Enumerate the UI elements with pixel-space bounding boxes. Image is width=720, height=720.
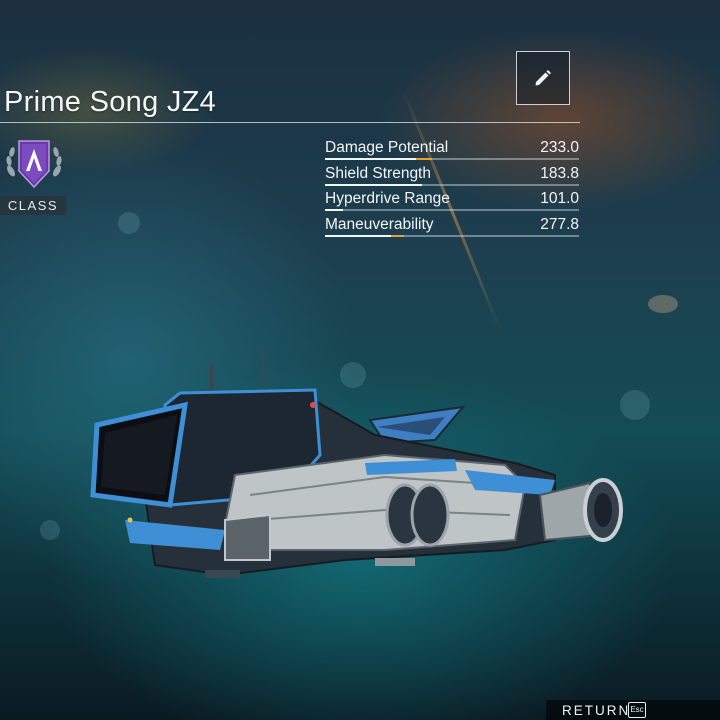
- stat-name: Shield Strength: [325, 164, 431, 182]
- starship-render: [90, 350, 623, 578]
- stat-name: Damage Potential: [325, 139, 449, 156]
- stat-damage-potential: Damage Potential 233.0: [325, 137, 579, 163]
- stat-bar: [325, 209, 579, 211]
- stat-bar-fill: [325, 158, 417, 160]
- class-label: CLASS: [0, 196, 66, 215]
- stat-bar-bonus: [391, 234, 404, 237]
- stat-value: 277.8: [540, 215, 579, 233]
- return-button[interactable]: RETURN: [562, 703, 630, 718]
- stat-value: 101.0: [540, 190, 579, 207]
- stat-name: Hyperdrive Range: [325, 190, 450, 207]
- stat-bar-fill: [325, 183, 422, 186]
- stat-bar-fill: [325, 209, 343, 211]
- stat-value: 183.8: [540, 164, 579, 182]
- s-class-emblem-icon: [6, 140, 62, 189]
- title-divider: [0, 122, 580, 123]
- ship-stats: Damage Potential 233.0 Shield Strength 1…: [325, 137, 579, 239]
- esc-key-icon: Esc: [628, 702, 646, 718]
- stat-bar: [325, 183, 579, 186]
- bokeh-light: [118, 212, 140, 234]
- stat-value: 233.0: [540, 139, 579, 156]
- stat-bar: [325, 158, 579, 160]
- pencil-icon: [535, 70, 551, 86]
- bokeh-light: [40, 520, 60, 540]
- stat-shield-strength: Shield Strength 183.8: [325, 163, 579, 189]
- bokeh-light: [648, 295, 678, 313]
- stat-bar-bonus: [416, 158, 432, 160]
- stat-maneuverability: Maneuverability 277.8: [325, 214, 579, 240]
- stat-bar: [325, 234, 579, 237]
- stat-name: Maneuverability: [325, 215, 434, 233]
- stat-bar-fill: [325, 234, 392, 237]
- ship-name: Prime Song JZ4: [4, 86, 217, 118]
- rename-button[interactable]: [516, 51, 570, 105]
- stat-hyperdrive-range: Hyperdrive Range 101.0: [325, 188, 579, 214]
